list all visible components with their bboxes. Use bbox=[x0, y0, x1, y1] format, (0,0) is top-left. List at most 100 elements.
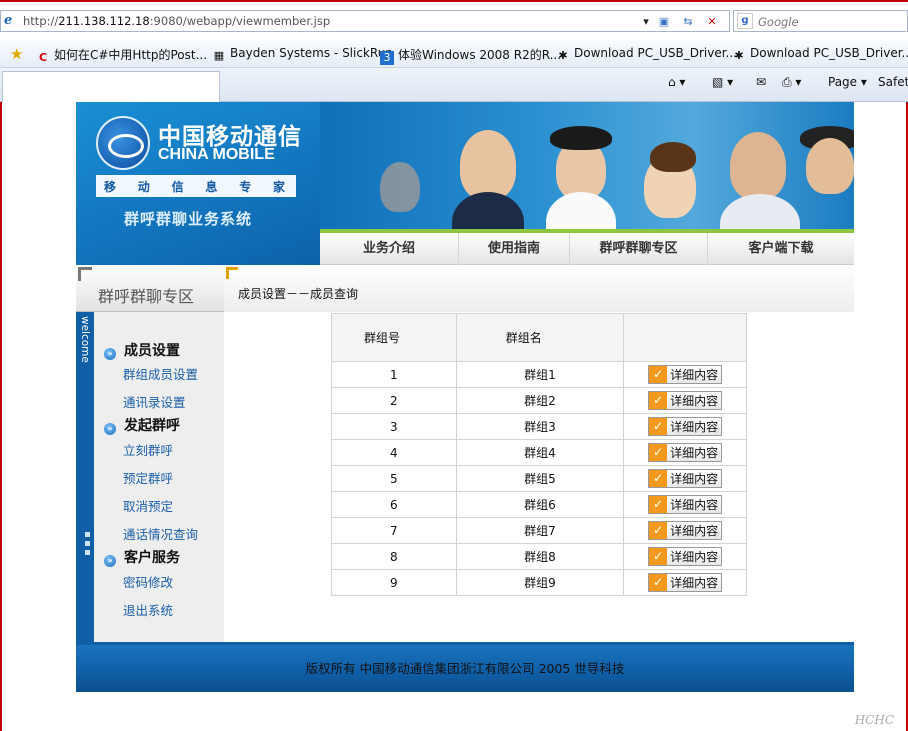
sidebar-title: 群呼群聊专区 bbox=[98, 287, 195, 306]
corner-arrow-icon bbox=[78, 267, 92, 281]
action-cell: ✓ 详细内容 bbox=[623, 439, 747, 466]
favorite-link-5[interactable]: ✱ Download PC_USB_Driver... bbox=[732, 46, 908, 63]
stop-icon[interactable]: ✕ bbox=[703, 14, 721, 30]
address-bar: e http://211.138.112.18:9080/webapp/view… bbox=[0, 6, 908, 36]
group-table: 群组号 群组名 1 群组1 ✓ 详细内容 2 群组2 ✓ 详细内容 3 群组3 ✓ 详细内容 4 群组4 ✓… bbox=[331, 313, 747, 596]
browser-tab[interactable] bbox=[2, 71, 220, 102]
search-field[interactable]: g Google bbox=[733, 10, 908, 32]
footer: 版权所有 中国移动通信集团浙江有限公司 2005 世导科技 bbox=[76, 645, 854, 692]
dropdown-arrow-icon[interactable]: ▾ bbox=[637, 14, 655, 30]
safety-menu[interactable]: Safety bbox=[878, 75, 908, 89]
group-id-cell: 5 bbox=[331, 465, 457, 492]
group-name-cell: 群组6 bbox=[455, 491, 625, 518]
group-name-cell: 群组8 bbox=[455, 543, 625, 570]
checkmark-icon: ✓ bbox=[649, 522, 668, 539]
compatibility-icon[interactable]: ▣ bbox=[655, 14, 673, 30]
arrow-circle-icon: » bbox=[104, 555, 116, 567]
group-id-cell: 6 bbox=[331, 491, 457, 518]
detail-button-label: 详细内容 bbox=[670, 420, 719, 434]
group-name-cell: 群组1 bbox=[455, 361, 625, 388]
detail-button[interactable]: ✓ 详细内容 bbox=[648, 495, 723, 514]
url-text[interactable]: http://211.138.112.18:9080/webapp/viewme… bbox=[23, 14, 330, 28]
link-call-status-query[interactable]: 通话情况查询 bbox=[123, 524, 198, 543]
column-header-group-id: 群组号 bbox=[331, 313, 457, 362]
breadcrumb-bar: 成员设置－－成员查询 bbox=[224, 265, 854, 312]
bug-icon: ✱ bbox=[558, 49, 568, 62]
windows-3-icon: 3 bbox=[380, 51, 394, 65]
group-id-cell: 8 bbox=[331, 543, 457, 570]
url-field[interactable]: e http://211.138.112.18:9080/webapp/view… bbox=[0, 10, 730, 32]
checkmark-icon: ✓ bbox=[649, 418, 668, 435]
action-cell: ✓ 详细内容 bbox=[623, 491, 747, 518]
detail-button-label: 详细内容 bbox=[670, 498, 719, 512]
person-hair bbox=[550, 126, 612, 150]
action-cell: ✓ 详细内容 bbox=[623, 361, 747, 388]
web-page: 中国移动通信 CHINA MOBILE 移动信息专家 群呼群聊业务系统 业务介绍… bbox=[76, 102, 854, 692]
favorite-link-3[interactable]: 3 体验Windows 2008 R2的R... bbox=[380, 46, 561, 65]
favorite-link-2[interactable]: ▦ Bayden Systems - SlickRun bbox=[212, 46, 393, 63]
person-figure bbox=[452, 192, 524, 229]
mail-icon[interactable]: ✉ bbox=[756, 75, 766, 89]
nav-item-business-intro[interactable]: 业务介绍 bbox=[320, 233, 458, 265]
sidebar-strip: welcome bbox=[76, 312, 94, 642]
person-figure bbox=[460, 130, 516, 200]
link-cancel-schedule[interactable]: 取消预定 bbox=[123, 496, 173, 515]
checkmark-icon: ✓ bbox=[649, 366, 668, 383]
logo-slogan: 移动信息专家 bbox=[96, 175, 296, 197]
arrow-circle-icon: » bbox=[104, 423, 116, 435]
favorites-star-icon[interactable]: ★ bbox=[10, 45, 23, 63]
detail-button[interactable]: ✓ 详细内容 bbox=[648, 417, 723, 436]
section-member-settings: » 成员设置 bbox=[104, 340, 180, 360]
table-row: 8 群组8 ✓ 详细内容 bbox=[331, 543, 747, 570]
action-cell: ✓ 详细内容 bbox=[623, 517, 747, 544]
nav-item-group-call-zone[interactable]: 群呼群聊专区 bbox=[569, 233, 707, 265]
favorite-link-4[interactable]: ✱ Download PC_USB_Driver... bbox=[556, 46, 737, 63]
favorite-link-1[interactable]: C 如何在C#中用Http的Post... bbox=[36, 46, 207, 65]
detail-button[interactable]: ✓ 详细内容 bbox=[648, 469, 723, 488]
banner-photo bbox=[320, 102, 854, 229]
favorites-bar: ★ C 如何在C#中用Http的Post... ▦ Bayden Systems -… bbox=[0, 40, 908, 68]
home-icon[interactable]: ⌂ ▾ bbox=[668, 75, 685, 89]
table-row: 1 群组1 ✓ 详细内容 bbox=[331, 361, 747, 388]
group-name-cell: 群组5 bbox=[455, 465, 625, 492]
nav-item-client-download[interactable]: 客户端下载 bbox=[707, 233, 854, 265]
group-name-cell: 群组4 bbox=[455, 439, 625, 466]
sidebar-menu: » 成员设置 群组成员设置 通讯录设置 » 发起群呼 立刻群呼 预定群呼 取消预定 … bbox=[94, 312, 224, 642]
welcome-text: welcome bbox=[79, 316, 91, 363]
detail-button[interactable]: ✓ 详细内容 bbox=[648, 521, 723, 540]
page-menu[interactable]: Page ▾ bbox=[828, 75, 867, 89]
table-row: 3 群组3 ✓ 详细内容 bbox=[331, 413, 747, 440]
detail-button-label: 详细内容 bbox=[670, 576, 719, 590]
detail-button[interactable]: ✓ 详细内容 bbox=[648, 443, 723, 462]
link-call-now[interactable]: 立刻群呼 bbox=[123, 440, 173, 459]
nav-item-user-guide[interactable]: 使用指南 bbox=[458, 233, 569, 265]
detail-button[interactable]: ✓ 详细内容 bbox=[648, 573, 723, 592]
link-schedule-call[interactable]: 预定群呼 bbox=[123, 468, 173, 487]
action-cell: ✓ 详细内容 bbox=[623, 465, 747, 492]
group-id-cell: 1 bbox=[331, 361, 457, 388]
feeds-icon[interactable]: ▧ ▾ bbox=[712, 75, 733, 89]
print-icon[interactable]: ⎙ ▾ bbox=[782, 75, 801, 90]
table-header-row: 群组号 群组名 bbox=[331, 313, 747, 362]
detail-button[interactable]: ✓ 详细内容 bbox=[648, 547, 723, 566]
arrow-circle-icon: » bbox=[104, 348, 116, 360]
checkmark-icon: ✓ bbox=[649, 574, 668, 591]
link-group-member-settings[interactable]: 群组成员设置 bbox=[123, 364, 198, 383]
tab-row: ⌂ ▾ ▧ ▾ ✉ ⎙ ▾ Page ▾ Safety bbox=[0, 68, 908, 102]
content-area: 成员设置－－成员查询 群组号 群组名 1 群组1 ✓ 详细内容 2 群组2 ✓ 详细内容 3 群组… bbox=[224, 265, 854, 642]
section-customer-service: » 客户服务 bbox=[104, 547, 180, 567]
link-change-password[interactable]: 密码修改 bbox=[123, 572, 173, 591]
action-cell: ✓ 详细内容 bbox=[623, 413, 747, 440]
person-figure bbox=[806, 138, 854, 194]
link-contacts-settings[interactable]: 通讯录设置 bbox=[123, 392, 186, 411]
corner-arrow-icon bbox=[226, 267, 238, 279]
bug-icon: ✱ bbox=[734, 49, 744, 62]
detail-button[interactable]: ✓ 详细内容 bbox=[648, 365, 723, 384]
logo-english: CHINA MOBILE bbox=[158, 146, 275, 163]
checkmark-icon: ✓ bbox=[649, 548, 668, 565]
link-logout[interactable]: 退出系统 bbox=[123, 600, 173, 619]
detail-button-label: 详细内容 bbox=[670, 550, 719, 564]
refresh-icon[interactable]: ⇆ bbox=[679, 14, 697, 30]
detail-button[interactable]: ✓ 详细内容 bbox=[648, 391, 723, 410]
detail-button-label: 详细内容 bbox=[670, 446, 719, 460]
